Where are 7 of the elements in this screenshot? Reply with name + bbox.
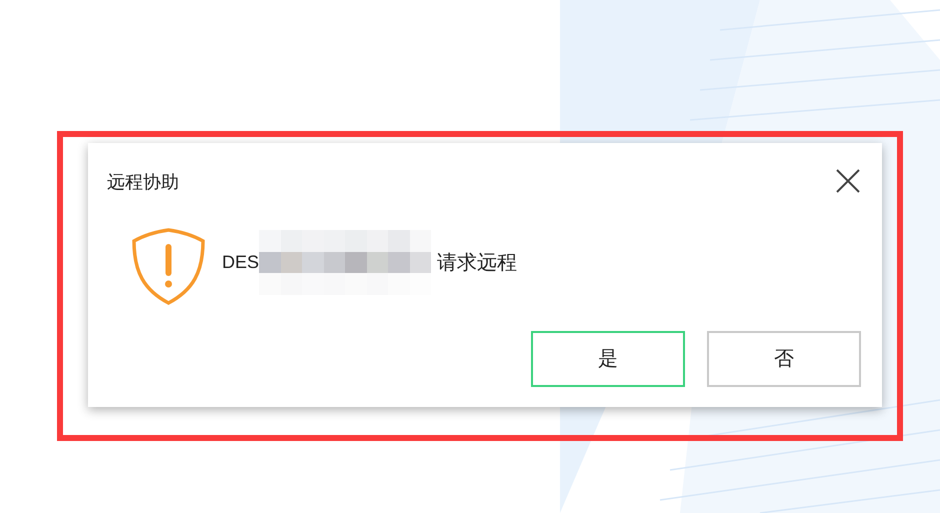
dialog-button[interactable]: 是 xyxy=(531,331,685,387)
dialog-button[interactable]: 否 xyxy=(707,331,861,387)
message-text: 请求远程 xyxy=(437,250,518,276)
close-icon[interactable] xyxy=(836,169,860,193)
window-title: 远程协助 xyxy=(107,171,179,194)
message-text: DES xyxy=(222,251,260,274)
warning-shield-icon xyxy=(131,227,206,305)
